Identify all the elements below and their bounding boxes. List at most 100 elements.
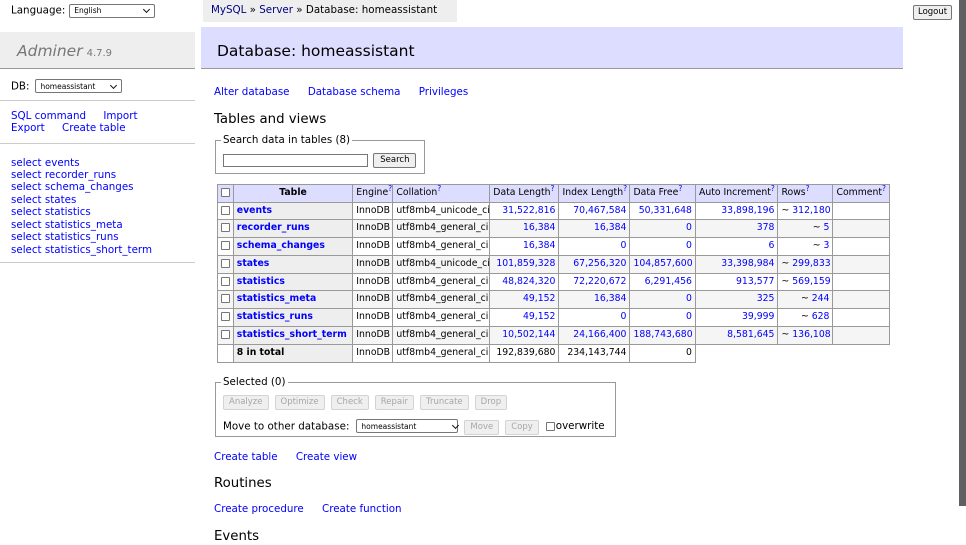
data-free-link[interactable]: 0 [686, 222, 692, 233]
row-checkbox-statistics_short_term[interactable] [221, 330, 230, 339]
auto-increment-link[interactable]: 913,577 [736, 276, 774, 287]
sidebar-link-import[interactable]: Import [103, 110, 137, 122]
help-link[interactable]: ? [388, 184, 392, 192]
select-all-checkbox[interactable] [221, 188, 230, 197]
table-name-link-statistics_runs[interactable]: statistics_runs [237, 311, 313, 322]
auto-increment-link[interactable]: 325 [757, 293, 775, 304]
data-free-link[interactable]: 104,857,600 [633, 258, 692, 269]
index-length-link[interactable]: 72,220,672 [573, 276, 626, 287]
help-link[interactable]: ? [882, 184, 886, 192]
sidebar-link-export[interactable]: Export [11, 122, 45, 134]
data-length-link[interactable]: 16,384 [523, 240, 556, 251]
select-link-recorder_runs[interactable]: select [11, 169, 42, 181]
table-name-link-statistics_short_term[interactable]: statistics_short_term [237, 329, 347, 340]
table-link-schema_changes[interactable]: schema_changes [45, 181, 134, 193]
db-select[interactable]: homeassistant [35, 79, 122, 93]
action-link-alter-database[interactable]: Alter database [214, 86, 290, 98]
table-link-states[interactable]: states [45, 194, 76, 206]
table-name-link-statistics_meta[interactable]: statistics_meta [237, 293, 316, 304]
data-free-link[interactable]: 188,743,680 [633, 329, 692, 340]
drop-button[interactable] [475, 395, 507, 410]
table-link-events[interactable]: events [45, 157, 80, 169]
rows-count-link[interactable]: 569,159 [792, 276, 830, 287]
table-link-statistics[interactable]: statistics [45, 206, 91, 218]
row-checkbox-states[interactable] [221, 259, 230, 268]
create-table-link[interactable]: Create table [214, 451, 278, 463]
move-db-select[interactable]: homeassistant [356, 419, 458, 433]
language-select[interactable]: English [69, 4, 155, 18]
data-free-link[interactable]: 0 [686, 240, 692, 251]
repair-button[interactable] [375, 395, 414, 410]
index-length-link[interactable]: 70,467,584 [573, 205, 626, 216]
auto-increment-link[interactable]: 33,398,984 [721, 258, 774, 269]
rows-count-link[interactable]: 5 [824, 222, 830, 233]
select-link-statistics_meta[interactable]: select [11, 219, 42, 231]
data-length-link[interactable]: 48,824,320 [502, 276, 555, 287]
data-length-link[interactable]: 49,152 [523, 311, 556, 322]
auto-increment-link[interactable]: 39,999 [742, 311, 775, 322]
create-function-link[interactable]: Create function [322, 503, 402, 515]
auto-increment-link[interactable]: 6 [769, 240, 775, 251]
row-checkbox-schema_changes[interactable] [221, 241, 230, 250]
table-name-link-recorder_runs[interactable]: recorder_runs [237, 222, 310, 233]
table-name-link-states[interactable]: states [237, 258, 270, 269]
help-link[interactable]: ? [437, 184, 441, 192]
select-link-statistics_runs[interactable]: select [11, 231, 42, 243]
help-link[interactable]: ? [623, 184, 627, 192]
optimize-button[interactable] [275, 395, 325, 410]
index-length-link[interactable]: 0 [621, 311, 627, 322]
action-link-database-schema[interactable]: Database schema [308, 86, 401, 98]
rows-count-link[interactable]: 244 [812, 293, 830, 304]
row-checkbox-statistics_runs[interactable] [221, 312, 230, 321]
data-length-link[interactable]: 101,859,328 [496, 258, 555, 269]
sidebar-link-create-table[interactable]: Create table [62, 122, 126, 134]
copy-button[interactable] [505, 420, 539, 435]
help-link[interactable]: ? [806, 184, 810, 192]
index-length-link[interactable]: 67,256,320 [573, 258, 626, 269]
index-length-link[interactable]: 0 [621, 240, 627, 251]
help-link[interactable]: ? [551, 184, 555, 192]
auto-increment-link[interactable]: 378 [757, 222, 775, 233]
rows-count-link[interactable]: 136,108 [792, 329, 830, 340]
move-button[interactable] [464, 420, 499, 435]
row-checkbox-statistics_meta[interactable] [221, 294, 230, 303]
index-length-link[interactable]: 16,384 [594, 293, 627, 304]
sidebar-link-sql-command[interactable]: SQL command [11, 110, 86, 122]
adminer-logo-link[interactable]: Adminer [17, 42, 83, 60]
auto-increment-link[interactable]: 33,898,196 [721, 205, 774, 216]
select-link-statistics_short_term[interactable]: select [11, 244, 42, 256]
select-link-statistics[interactable]: select [11, 206, 42, 218]
data-free-link[interactable]: 0 [686, 311, 692, 322]
truncate-button[interactable] [420, 395, 469, 410]
data-free-link[interactable]: 0 [686, 293, 692, 304]
data-length-link[interactable]: 49,152 [523, 293, 556, 304]
help-link[interactable]: ? [771, 184, 775, 192]
data-length-link[interactable]: 10,502,144 [502, 329, 555, 340]
help-link[interactable]: ? [678, 184, 682, 192]
table-link-recorder_runs[interactable]: recorder_runs [45, 169, 116, 181]
analyze-button[interactable] [223, 395, 269, 410]
create-view-link[interactable]: Create view [296, 451, 357, 463]
rows-count-link[interactable]: 299,833 [792, 258, 830, 269]
row-checkbox-events[interactable] [221, 206, 230, 215]
auto-increment-link[interactable]: 8,581,645 [727, 329, 774, 340]
select-link-schema_changes[interactable]: select [11, 181, 42, 193]
index-length-link[interactable]: 24,166,400 [573, 329, 626, 340]
create-procedure-link[interactable]: Create procedure [214, 503, 304, 515]
scrollbar-thumb[interactable] [959, 0, 966, 506]
select-link-states[interactable]: select [11, 194, 42, 206]
select-link-events[interactable]: select [11, 157, 42, 169]
data-free-link[interactable]: 50,331,648 [639, 205, 692, 216]
row-checkbox-recorder_runs[interactable] [221, 223, 230, 232]
check-button[interactable] [331, 395, 369, 410]
table-link-statistics_short_term[interactable]: statistics_short_term [45, 244, 152, 256]
table-name-link-events[interactable]: events [237, 205, 272, 216]
index-length-link[interactable]: 16,384 [594, 222, 627, 233]
row-checkbox-statistics[interactable] [221, 277, 230, 286]
data-length-link[interactable]: 31,522,816 [502, 205, 555, 216]
data-free-link[interactable]: 6,291,456 [645, 276, 692, 287]
rows-count-link[interactable]: 628 [812, 311, 830, 322]
table-link-statistics_meta[interactable]: statistics_meta [45, 219, 123, 231]
action-link-privileges[interactable]: Privileges [419, 86, 469, 98]
table-name-link-schema_changes[interactable]: schema_changes [237, 240, 325, 251]
